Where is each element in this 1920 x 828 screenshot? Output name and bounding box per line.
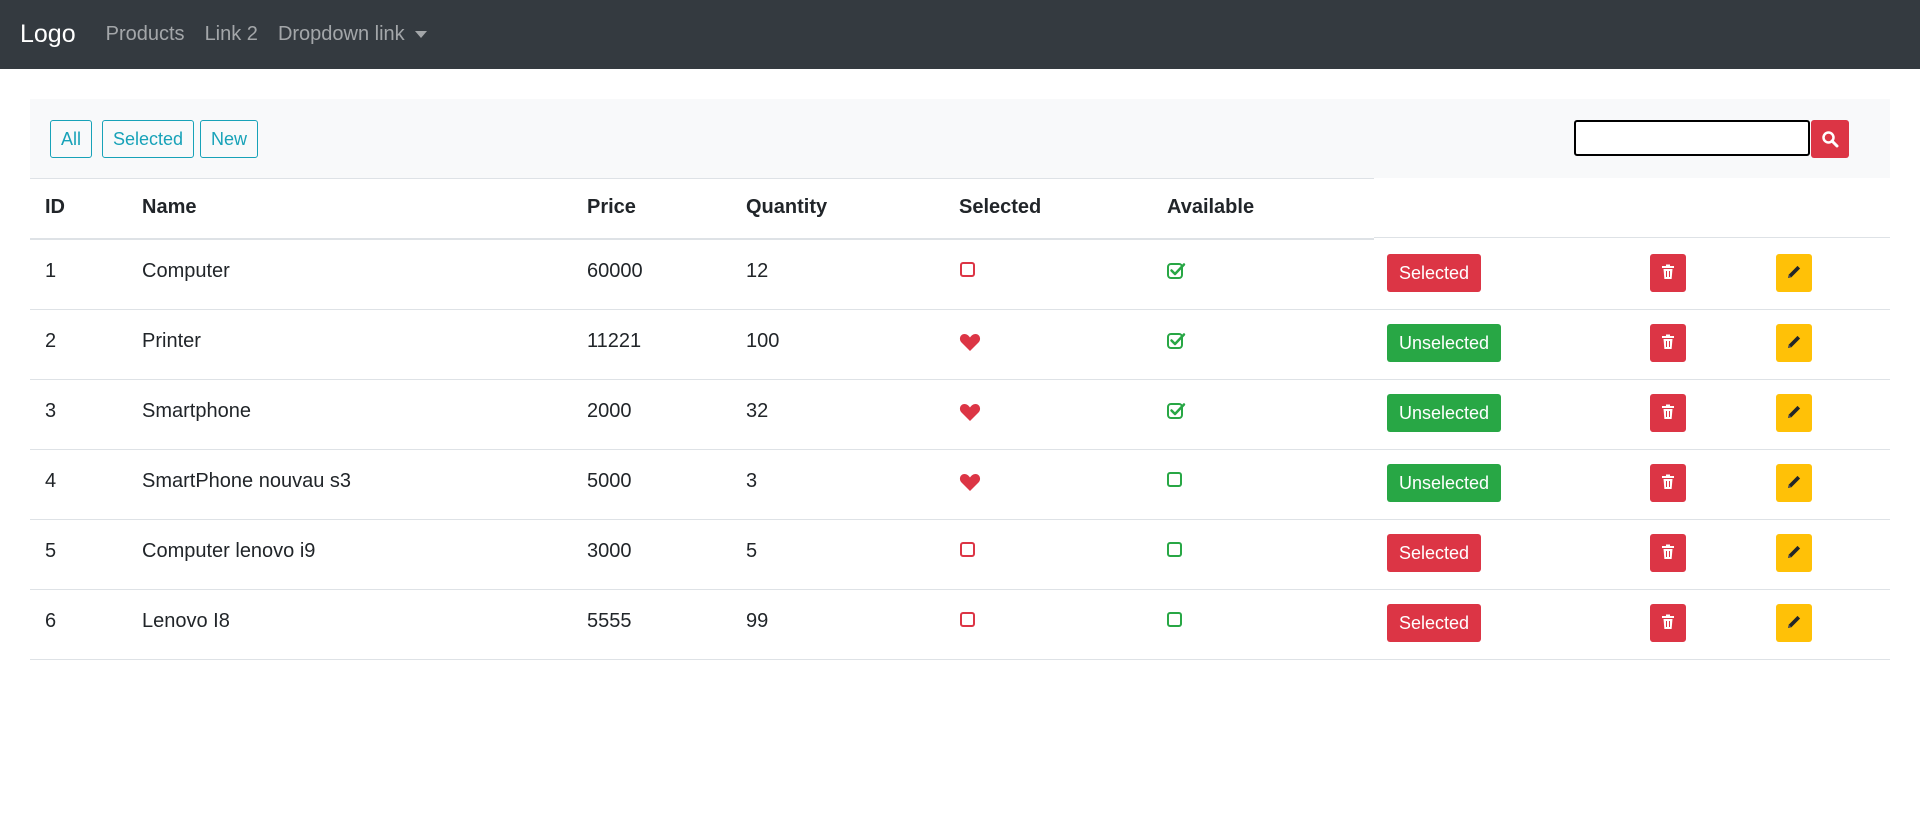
cell-name: SmartPhone nouvau s3 <box>142 470 352 492</box>
nav-link-link2[interactable]: Link 2 <box>205 23 258 46</box>
table-row: 6 Lenovo I8 5555 99 Selected <box>30 590 1890 660</box>
square-icon[interactable] <box>1167 542 1182 557</box>
trash-icon <box>1661 474 1675 493</box>
header-price: Price <box>587 196 636 218</box>
caret-down-icon <box>414 31 427 38</box>
heart-icon[interactable] <box>959 472 981 497</box>
header-available: Available <box>1167 196 1255 218</box>
cell-quantity: 32 <box>746 400 769 422</box>
cell-quantity: 3 <box>746 470 758 492</box>
square-icon[interactable] <box>1167 612 1182 627</box>
cell-name: Computer <box>142 260 230 282</box>
cell-id: 1 <box>45 260 57 282</box>
delete-button[interactable] <box>1650 324 1686 362</box>
edit-button[interactable] <box>1776 534 1812 572</box>
table-row: 1 Computer 60000 12 Selected <box>30 240 1890 310</box>
cell-name: Lenovo I8 <box>142 610 230 632</box>
filter-all-button[interactable]: All <box>50 120 93 158</box>
edit-button[interactable] <box>1776 464 1812 502</box>
trash-icon <box>1661 544 1675 563</box>
cell-name: Printer <box>142 330 201 352</box>
cell-price: 3000 <box>587 540 632 562</box>
cell-name: Smartphone <box>142 400 251 422</box>
header-quantity: Quantity <box>746 196 828 218</box>
cell-price: 5000 <box>587 470 632 492</box>
pencil-icon <box>1786 474 1802 493</box>
table-body: 1 Computer 60000 12 Selected 2 Printer 11221 100… <box>30 240 1890 660</box>
search-button[interactable] <box>1811 120 1849 158</box>
header-id: ID <box>45 196 65 218</box>
heart-icon[interactable] <box>959 402 981 427</box>
toggle-select-button[interactable]: Selected <box>1387 534 1482 572</box>
cell-id: 5 <box>45 540 57 562</box>
filter-new-button[interactable]: New <box>200 120 259 158</box>
trash-icon <box>1661 614 1675 633</box>
cell-id: 2 <box>45 330 57 352</box>
square-icon[interactable] <box>960 262 975 277</box>
square-icon[interactable] <box>960 612 975 627</box>
cell-quantity: 99 <box>746 610 769 632</box>
toggle-select-button[interactable]: Selected <box>1387 254 1482 292</box>
pencil-icon <box>1786 614 1802 633</box>
cell-name: Computer lenovo i9 <box>142 540 316 562</box>
header-name: Name <box>142 196 197 218</box>
toggle-select-button[interactable]: Unselected <box>1387 394 1502 432</box>
trash-icon <box>1661 264 1675 283</box>
cell-id: 6 <box>45 610 57 632</box>
cell-quantity: 12 <box>746 260 769 282</box>
check-square-icon[interactable] <box>1167 332 1186 354</box>
cell-price: 2000 <box>587 400 632 422</box>
navbar: Logo Products Link 2 Dropdown link <box>0 0 1920 69</box>
cell-id: 4 <box>45 470 57 492</box>
pencil-icon <box>1786 544 1802 563</box>
edit-button[interactable] <box>1776 324 1812 362</box>
check-square-icon[interactable] <box>1167 262 1186 284</box>
products-panel: All Selected New ID Name Price Quantity … <box>30 99 1890 660</box>
trash-icon <box>1661 334 1675 353</box>
search-icon <box>1822 131 1839 148</box>
delete-button[interactable] <box>1650 464 1686 502</box>
table-row: 3 Smartphone 2000 32 Unselected <box>30 380 1890 450</box>
table-row: 5 Computer lenovo i9 3000 5 Selected <box>30 520 1890 590</box>
check-square-icon[interactable] <box>1167 402 1186 424</box>
pencil-icon <box>1786 264 1802 283</box>
toolbar: All Selected New <box>30 99 1890 178</box>
toggle-select-button[interactable]: Selected <box>1387 604 1482 642</box>
square-icon[interactable] <box>1167 472 1182 487</box>
cell-quantity: 100 <box>746 330 780 352</box>
cell-quantity: 5 <box>746 540 758 562</box>
filter-selected-button[interactable]: Selected <box>102 120 195 158</box>
nav-dropdown-link[interactable]: Dropdown link <box>278 23 427 46</box>
cell-price: 11221 <box>587 330 642 352</box>
delete-button[interactable] <box>1650 534 1686 572</box>
cell-price: 5555 <box>587 610 632 632</box>
edit-button[interactable] <box>1776 394 1812 432</box>
table-row: 2 Printer 11221 100 Unselected <box>30 310 1890 380</box>
square-icon[interactable] <box>960 542 975 557</box>
toggle-select-button[interactable]: Unselected <box>1387 324 1502 362</box>
cell-id: 3 <box>45 400 57 422</box>
brand-logo[interactable]: Logo <box>20 20 76 49</box>
edit-button[interactable] <box>1776 254 1812 292</box>
search-input[interactable] <box>1574 120 1810 156</box>
cell-price: 60000 <box>587 260 643 282</box>
toggle-select-button[interactable]: Unselected <box>1387 464 1502 502</box>
table-header: ID Name Price Quantity Selected Availabl… <box>30 178 1890 240</box>
edit-button[interactable] <box>1776 604 1812 642</box>
table-row: 4 SmartPhone nouvau s3 5000 3 Unselected <box>30 450 1890 520</box>
heart-icon[interactable] <box>959 332 981 357</box>
pencil-icon <box>1786 334 1802 353</box>
pencil-icon <box>1786 404 1802 423</box>
nav-link-products[interactable]: Products <box>106 23 185 46</box>
delete-button[interactable] <box>1650 604 1686 642</box>
header-selected: Selected <box>959 196 1042 218</box>
delete-button[interactable] <box>1650 254 1686 292</box>
trash-icon <box>1661 404 1675 423</box>
delete-button[interactable] <box>1650 394 1686 432</box>
dropdown-label: Dropdown link <box>277 23 405 45</box>
